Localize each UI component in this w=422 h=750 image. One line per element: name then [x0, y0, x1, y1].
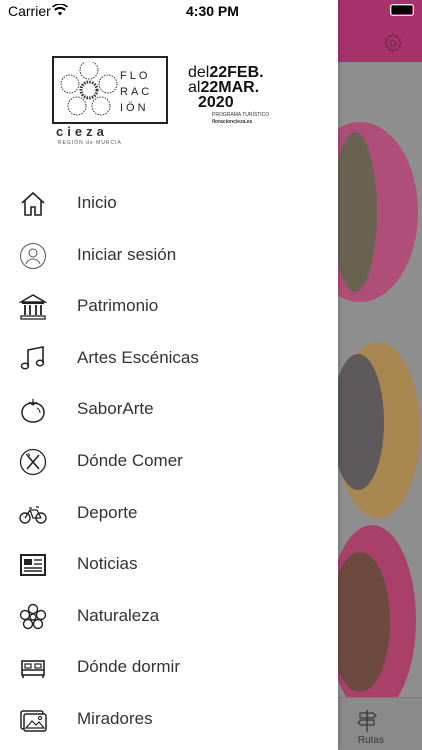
menu-label-iniciar-sesion: Iniciar sesión [77, 244, 177, 264]
menu-label-donde-comer: Dónde Comer [77, 450, 183, 470]
monument-icon [19, 294, 47, 320]
carrier-label: Carrier [8, 3, 51, 19]
menu-item-artes-escenicas[interactable]: Artes Escénicas [0, 333, 338, 385]
logo-letters-2: RAC [120, 86, 153, 98]
menu-item-miradores[interactable]: Miradores [0, 694, 338, 746]
home-icon [21, 191, 45, 216]
menu-label-donde-dormir: Dónde dormir [77, 657, 180, 677]
battery-icon [390, 4, 414, 16]
menu-label-inicio: Inicio [77, 193, 117, 212]
bicycle-icon [19, 505, 47, 524]
flower-icon [19, 603, 47, 629]
menu-item-noticias[interactable]: Noticias [0, 539, 338, 591]
drawer-menu: Inicio Iniciar sesión Patrimonio Artes E… [0, 178, 338, 746]
menu-item-donde-dormir[interactable]: Dónde dormir [0, 642, 338, 694]
menu-label-naturaleza: Naturaleza [77, 605, 160, 625]
music-note-icon [20, 345, 45, 370]
logo-frame: FLO RAC IÖN [52, 56, 168, 124]
menu-label-miradores: Miradores [77, 708, 153, 728]
side-drawer: FLO RAC IÖN cieza REGIÓN de MURCIA del22… [0, 0, 338, 750]
tab-routes-label[interactable]: Rutas [358, 735, 384, 746]
program-label: PROGRAMA TURÍSTICO [212, 112, 270, 118]
menu-item-iniciar-sesion[interactable]: Iniciar sesión [0, 230, 338, 282]
bed-icon [21, 660, 45, 679]
signpost-icon[interactable] [356, 709, 378, 733]
menu-label-noticias: Noticias [77, 554, 138, 574]
menu-label-patrimonio: Patrimonio [77, 296, 159, 316]
menu-item-donde-comer[interactable]: Dónde Comer [0, 436, 338, 488]
event-dates: del22FEB. al22MAR. 2020 PROGRAMA TURÍSTI… [188, 64, 288, 125]
user-icon [20, 242, 46, 269]
cutlery-icon [19, 448, 47, 476]
logo-letters-3: IÖN [120, 102, 149, 114]
wifi-icon [52, 4, 68, 16]
settings-gear-icon[interactable] [382, 32, 404, 54]
date-year: 2020 [198, 94, 234, 111]
menu-label-deporte: Deporte [77, 502, 138, 522]
menu-item-deporte[interactable]: Deporte [0, 488, 338, 540]
flower-logo-icon [60, 62, 118, 116]
newspaper-icon [20, 554, 46, 577]
logo-city: cieza [56, 124, 108, 139]
status-bar: Carrier 4:30 PM [0, 0, 422, 22]
picture-icon [20, 710, 47, 732]
clock: 4:30 PM [186, 3, 239, 19]
tomato-icon [21, 399, 45, 424]
menu-label-saborarte: SaborArte [77, 399, 154, 419]
menu-item-inicio[interactable]: Inicio [0, 178, 338, 230]
menu-label-artes-escenicas: Artes Escénicas [77, 347, 199, 367]
menu-item-patrimonio[interactable]: Patrimonio [0, 281, 338, 333]
logo-region: REGIÓN de MURCIA [58, 140, 122, 146]
menu-item-saborarte[interactable]: SaborArte [0, 384, 338, 436]
website-label: floracioncieza.es [212, 119, 253, 125]
logo-letters-1: FLO [120, 70, 151, 82]
menu-item-naturaleza[interactable]: Naturaleza [0, 591, 338, 643]
